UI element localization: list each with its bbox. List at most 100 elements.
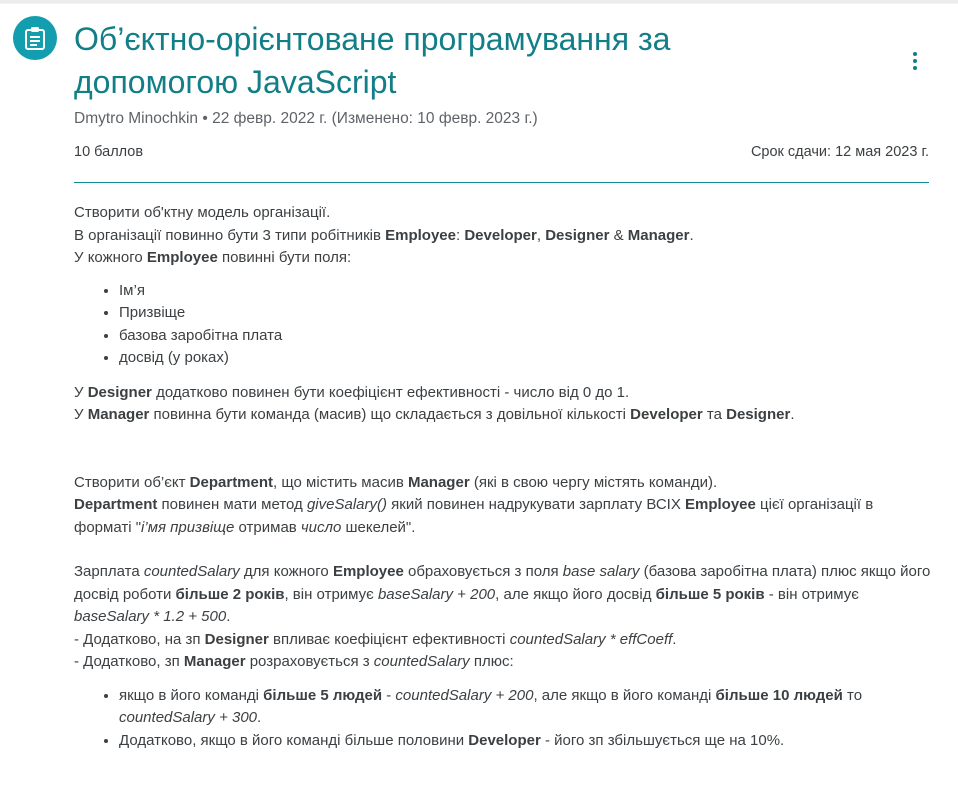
text: розраховується з (245, 653, 374, 670)
text: baseSalary + 200 (377, 585, 496, 603)
text: Developer (630, 406, 703, 423)
text: більше 10 людей (715, 686, 843, 704)
more-vert-dot (913, 66, 917, 70)
due-date: Срок сдачи: 12 мая 2023 г. (750, 144, 929, 160)
text: більше 5 людей (263, 686, 383, 704)
text: giveSalary() (306, 496, 387, 513)
text: У (74, 383, 88, 401)
text: для кожного (239, 563, 333, 580)
assignment-icon (13, 16, 57, 60)
text: Department (189, 473, 274, 491)
text: countedSalary (373, 653, 470, 670)
author-name: Dmytro Minochkin (74, 110, 199, 127)
text: . (790, 406, 795, 423)
text: . (226, 608, 231, 625)
paragraph: - Додатково, на зп Designer впливає коеф… (74, 629, 934, 652)
paragraph: - Додатково, зп Manager розраховується з… (74, 651, 934, 674)
text: - Додатково, на зп (74, 630, 205, 648)
edited-date: (Изменено: 10 февр. 2023 г.) (331, 110, 538, 127)
points-label: 10 баллов (74, 144, 144, 160)
text: Manager (627, 226, 690, 244)
text: Designer (204, 630, 269, 648)
text: шекелей". (341, 518, 416, 536)
text: , що містить масив (273, 473, 408, 491)
text: Developer (464, 226, 537, 244)
more-options-button[interactable] (898, 42, 932, 80)
more-vert-dot (913, 59, 917, 63)
text: . (689, 226, 694, 244)
text: плюс: (469, 653, 514, 670)
text: Designer (545, 226, 610, 244)
paragraph: У кожного Employee повинні бути поля: (74, 247, 934, 270)
fields-list: Ім’я Призвіще базова заробітна плата дос… (74, 280, 934, 370)
text: У кожного (74, 249, 147, 266)
text: Employee (332, 563, 404, 580)
text: Manager (183, 653, 246, 670)
text: отримав (234, 518, 301, 536)
text: повинні бути поля: (217, 249, 352, 266)
text: Employee (685, 496, 756, 513)
text: Designer (87, 383, 152, 401)
text: - (382, 686, 396, 704)
text: (які в свою чергу містять команди). (469, 473, 718, 491)
header-divider (74, 182, 929, 183)
text: додатково повинен бути коефіцієнт ефекти… (151, 383, 630, 401)
text: якщо в його команді (119, 686, 264, 704)
text: Зарплата (74, 563, 144, 580)
manager-bonus-list: якщо в його команді більше 5 людей - cou… (74, 685, 934, 753)
paragraph: Створити об'ктну модель організації. (74, 204, 331, 221)
post-date: 22 февр. 2022 г. (212, 110, 328, 127)
text: У (74, 406, 88, 423)
text: Employee (146, 249, 218, 266)
text: який повинен надрукувати зарплату ВСІХ (386, 496, 685, 513)
text: base salary (562, 563, 640, 580)
list-item: досвід (у роках) (119, 347, 934, 370)
text: , він отримує (284, 585, 378, 603)
text: Створити об’єкт (74, 473, 190, 491)
list-item: Додатково, якщо в його команді більше по… (119, 730, 934, 753)
text: Developer (468, 731, 541, 749)
text: , але якщо його досвід (495, 585, 656, 603)
text: countedSalary + 300 (119, 709, 258, 726)
text: , (536, 226, 546, 244)
text: & (609, 226, 628, 244)
text: повинна бути команда (масив) що складаєт… (149, 406, 631, 423)
text: більше 2 років (175, 585, 285, 603)
text: число (300, 518, 342, 536)
text: countedSalary (143, 563, 240, 580)
text: - його зп збільшується ще на 10%. (540, 731, 785, 749)
text: повинен мати метод (157, 496, 307, 513)
list-item: якщо в його команді більше 5 людей - cou… (119, 685, 934, 730)
text: більше 5 років (655, 585, 765, 603)
title-line-1: Об’єктно-орієнтоване програмування за (74, 21, 671, 57)
text: Manager (87, 406, 150, 423)
list-item: Ім’я (119, 280, 934, 303)
paragraph: У Designer додатково повинен бути коефіц… (74, 382, 934, 405)
paragraph: Зарплата countedSalary для кожного Emplo… (74, 561, 934, 629)
page-title: Об’єктно-орієнтоване програмування за до… (74, 18, 834, 104)
paragraph: В організації повинно бути 3 типи робітн… (74, 225, 934, 248)
assignment-meta: Dmytro Minochkin • 22 февр. 2022 г. (Изм… (74, 110, 538, 127)
text: то (842, 686, 863, 704)
text: Manager (407, 473, 470, 491)
text: і’мя призвіще (141, 518, 235, 536)
paragraph: Department повинен мати метод giveSalary… (74, 494, 934, 539)
text: . (672, 630, 677, 648)
paragraph: У Manager повинна бути команда (масив) щ… (74, 404, 934, 427)
text: countedSalary * effCoeff (509, 630, 673, 648)
paragraph: Створити об’єкт Department, що містить м… (74, 472, 934, 495)
text: Employee (385, 226, 456, 244)
text: обраховується з поля (403, 563, 563, 580)
more-vert-icon (913, 52, 917, 56)
title-line-2: допомогою JavaScript (74, 64, 397, 100)
list-item: базова заробітна плата (119, 325, 934, 348)
list-item: Призвіще (119, 302, 934, 325)
text: Designer (726, 406, 791, 423)
text: впливає коефіцієнт ефективності (268, 630, 510, 648)
text: та (702, 406, 727, 423)
text: countedSalary + 200 (395, 686, 534, 704)
text: - він отримує (764, 585, 859, 603)
text: Додатково, якщо в його команді більше по… (119, 731, 469, 749)
